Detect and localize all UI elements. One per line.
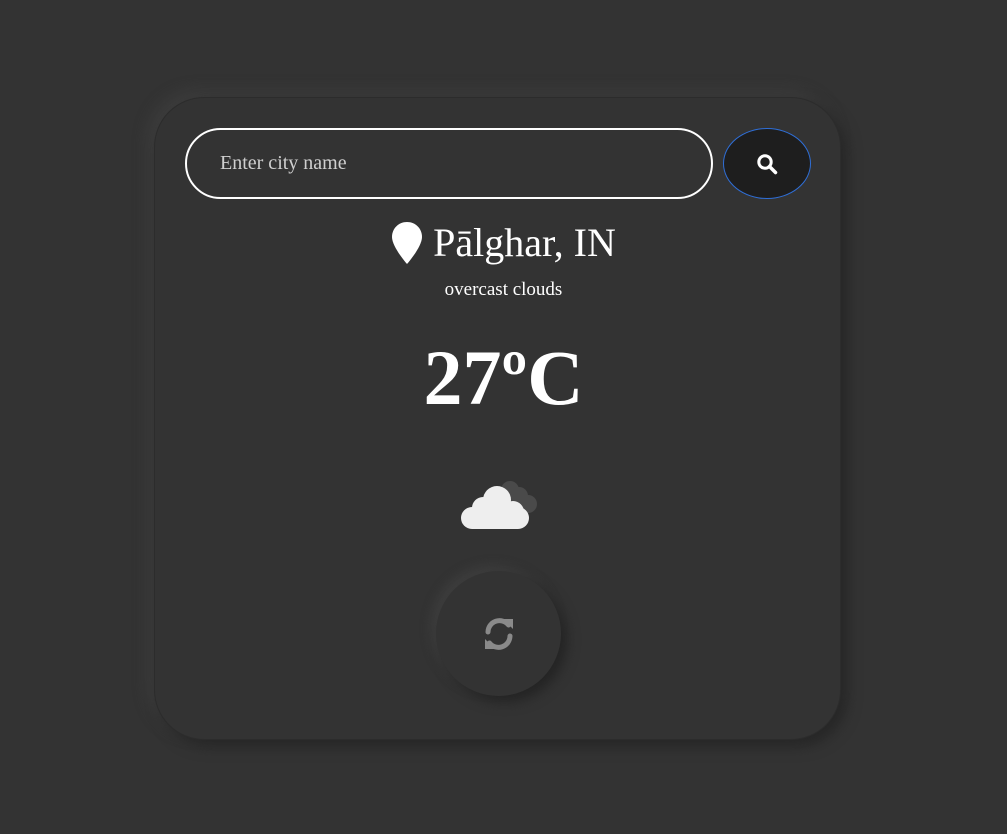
search-button[interactable] bbox=[723, 128, 811, 199]
city-search-input[interactable] bbox=[185, 128, 713, 199]
temperature-value: 27ºC bbox=[423, 334, 584, 421]
weather-description: overcast clouds bbox=[444, 279, 563, 300]
overcast-clouds-icon bbox=[461, 481, 537, 529]
refresh-button[interactable] bbox=[436, 571, 561, 696]
refresh-icon bbox=[484, 617, 513, 650]
city-name: Pālghar, IN bbox=[433, 220, 616, 265]
search-icon bbox=[757, 153, 778, 174]
location-row: Pālghar, IN bbox=[0, 219, 1007, 267]
map-pin-icon bbox=[392, 222, 423, 264]
